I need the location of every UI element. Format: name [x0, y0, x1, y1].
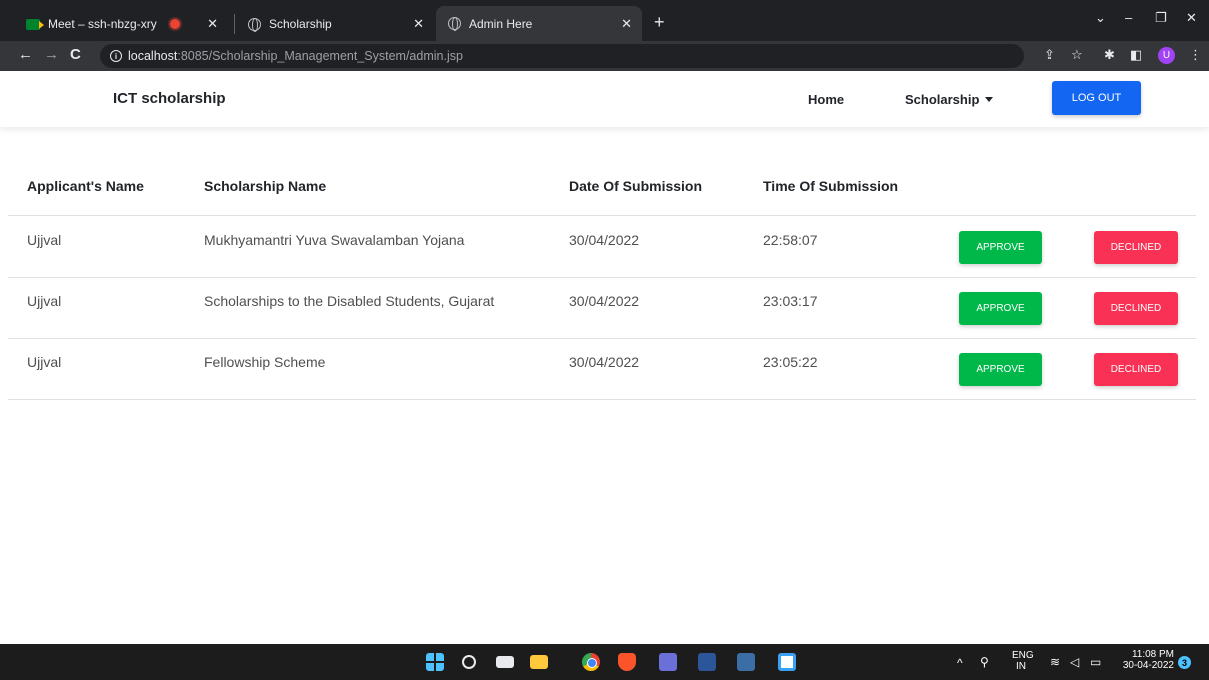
site-navbar: ICT scholarship Home Scholarship LOG OUT [0, 71, 1209, 127]
profile-avatar[interactable]: U [1158, 47, 1175, 64]
wifi-icon[interactable]: ≋ [1050, 655, 1060, 669]
close-icon[interactable]: ✕ [413, 16, 424, 32]
task-view-icon[interactable] [496, 656, 514, 668]
search-icon[interactable] [462, 655, 476, 669]
notification-badge[interactable]: 3 [1178, 656, 1191, 669]
chrome-icon[interactable] [582, 653, 600, 671]
column-header-applicant: Applicant's Name [27, 178, 144, 194]
table-header: Applicant's Name Scholarship Name Date O… [8, 166, 1196, 216]
tab-title: Admin Here [469, 16, 533, 31]
url-host: localhost [128, 49, 178, 63]
caret-down-icon [985, 97, 994, 102]
cell-applicant-name: Ujjval [27, 232, 62, 248]
extensions-puzzle-icon[interactable]: ✱ [1104, 47, 1115, 63]
word-icon[interactable] [698, 653, 716, 671]
file-explorer-icon[interactable] [530, 655, 548, 669]
tab-admin-here[interactable]: Admin Here ✕ [436, 6, 642, 41]
table-row: Ujjval Scholarships to the Disabled Stud… [8, 278, 1196, 339]
column-header-date: Date Of Submission [569, 178, 703, 194]
recording-icon [170, 19, 180, 29]
chevron-up-icon[interactable]: ^ [957, 656, 963, 670]
logout-button[interactable]: LOG OUT [1052, 81, 1141, 115]
tab-title: Scholarship [269, 17, 332, 31]
back-arrow-icon[interactable]: ← [18, 46, 33, 63]
bookmark-star-icon[interactable]: ☆ [1071, 47, 1083, 63]
language-indicator[interactable]: ENG IN [1012, 650, 1034, 672]
decline-button[interactable]: DECLINED [1094, 231, 1178, 264]
cell-date: 30/04/2022 [569, 354, 640, 370]
region-code: IN [1016, 661, 1026, 672]
column-header-time: Time Of Submission [763, 178, 899, 194]
vscode-like-icon[interactable] [737, 653, 755, 671]
cell-scholarship-name: Mukhyamantri Yuva Swavalamban Yojana [204, 232, 465, 248]
globe-icon [248, 17, 261, 32]
decline-button[interactable]: DECLINED [1094, 353, 1178, 386]
app-icon[interactable] [659, 653, 677, 671]
menu-kebab-icon[interactable]: ⋮ [1189, 47, 1202, 63]
column-header-scholarship: Scholarship Name [204, 178, 327, 194]
url-path: :8085/Scholarship_Management_System/admi… [177, 49, 463, 63]
clock-time: 11:08 PM [1131, 649, 1174, 660]
cell-scholarship-name: Scholarships to the Disabled Students, G… [204, 293, 495, 309]
brave-icon[interactable] [618, 653, 636, 671]
cell-time: 23:03:17 [763, 293, 818, 309]
cell-time: 23:05:22 [763, 354, 818, 370]
cell-applicant-name: Ujjval [27, 354, 62, 370]
minimize-button[interactable]: – [1125, 10, 1132, 25]
new-tab-button[interactable]: + [654, 12, 665, 33]
tab-title: Meet – ssh-nbzg-xry [48, 17, 157, 31]
browser-tab-strip: Meet – ssh-nbzg-xry ✕ Scholarship ✕ Admi… [0, 0, 1209, 41]
browser-toolbar: ← → C i localhost :8085/Scholarship_Mana… [0, 41, 1209, 71]
usb-icon[interactable]: ⚲ [980, 655, 989, 669]
nav-home-link[interactable]: Home [808, 92, 844, 107]
decline-button[interactable]: DECLINED [1094, 292, 1178, 325]
language-code: ENG [1012, 650, 1034, 661]
windows-start-icon[interactable] [426, 653, 444, 671]
cell-date: 30/04/2022 [569, 293, 640, 309]
tab-meet[interactable]: Meet – ssh-nbzg-xry [16, 7, 166, 41]
nav-scholarship-dropdown[interactable]: Scholarship [905, 92, 994, 107]
address-bar[interactable]: i localhost :8085/Scholarship_Management… [100, 44, 1024, 68]
nav-scholarship-label: Scholarship [905, 92, 980, 107]
cell-date: 30/04/2022 [569, 232, 640, 248]
clock[interactable]: 11:08 PM 30-04-2022 [1118, 649, 1174, 671]
share-icon[interactable]: ⇪ [1044, 47, 1055, 63]
volume-icon[interactable]: ◁ [1070, 655, 1079, 669]
table-row: Ujjval Fellowship Scheme 30/04/2022 23:0… [8, 339, 1196, 400]
cell-scholarship-name: Fellowship Scheme [204, 354, 326, 370]
cell-applicant-name: Ujjval [27, 293, 62, 309]
approve-button[interactable]: APPROVE [959, 292, 1042, 325]
brand-logo-text[interactable]: ICT scholarship [113, 90, 226, 107]
battery-icon[interactable]: ▭ [1090, 655, 1101, 669]
tab-recording[interactable]: ✕ [170, 7, 232, 41]
tab-search-chevron-icon[interactable]: ⌄ [1095, 10, 1106, 26]
approve-button[interactable]: APPROVE [959, 353, 1042, 386]
clock-date: 30-04-2022 [1122, 660, 1174, 671]
maximize-button[interactable]: ❐ [1155, 10, 1167, 26]
forward-arrow-icon[interactable]: → [44, 46, 59, 63]
windows-taskbar: ^ ⚲ ENG IN ≋ ◁ ▭ 11:08 PM 30-04-2022 [0, 644, 1209, 680]
globe-icon [448, 17, 461, 31]
reload-icon[interactable]: C [70, 46, 81, 63]
close-icon[interactable]: ✕ [621, 16, 632, 32]
cell-time: 22:58:07 [763, 232, 818, 248]
window-close-button[interactable]: ✕ [1186, 10, 1197, 26]
google-meet-icon [26, 18, 44, 30]
side-panel-icon[interactable]: ◧ [1130, 47, 1142, 63]
notepad-icon[interactable] [778, 653, 796, 671]
close-icon[interactable]: ✕ [207, 16, 218, 32]
approve-button[interactable]: APPROVE [959, 231, 1042, 264]
info-icon[interactable]: i [110, 50, 122, 62]
table-row: Ujjval Mukhyamantri Yuva Swavalamban Yoj… [8, 217, 1196, 278]
tab-scholarship[interactable]: Scholarship ✕ [234, 7, 434, 41]
